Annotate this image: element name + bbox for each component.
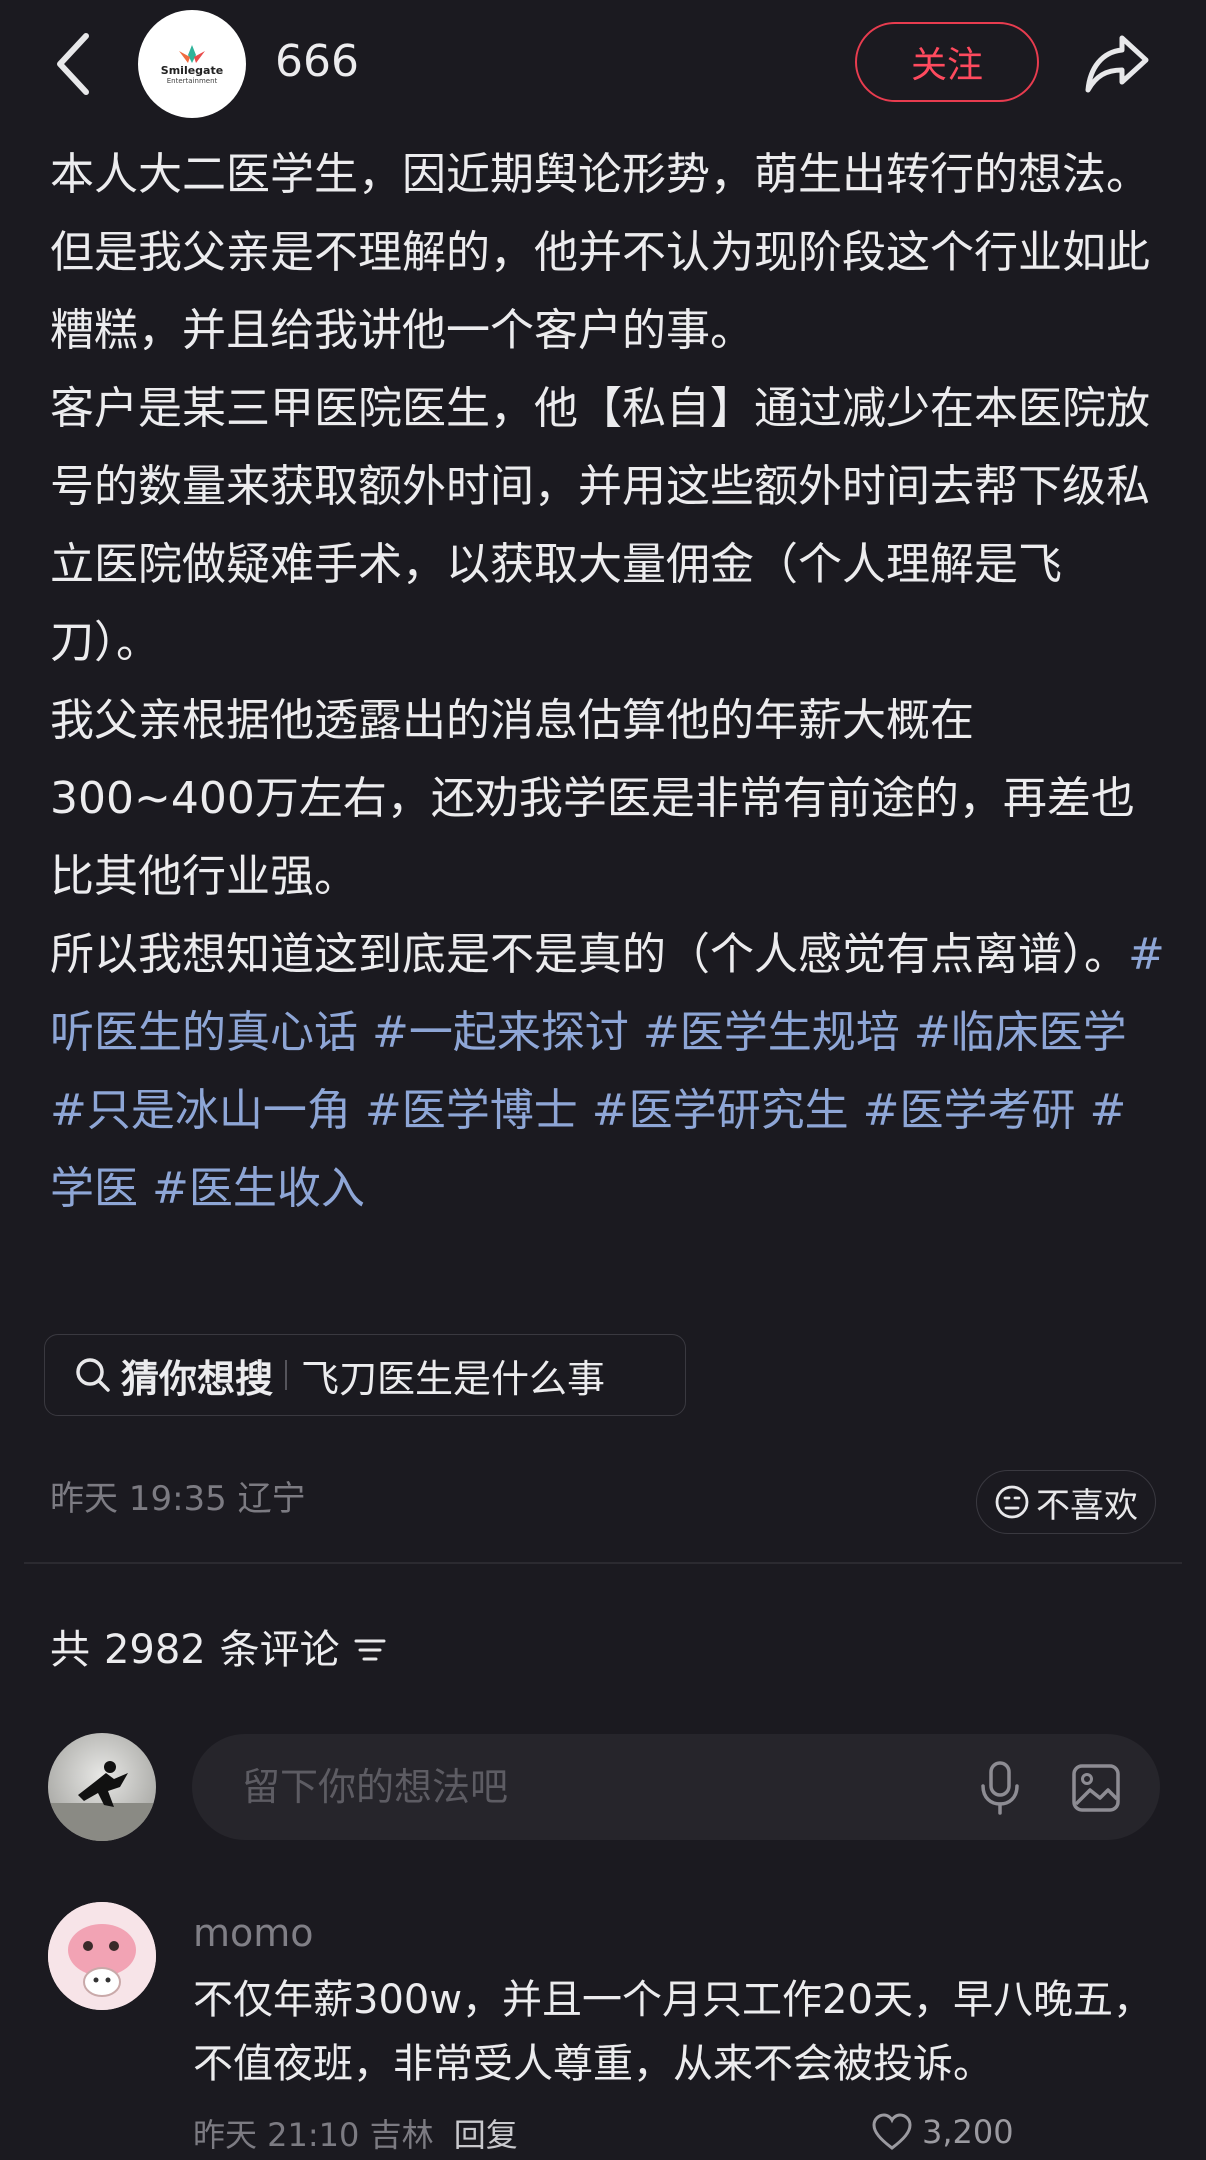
post-body: 本人大二医学生，因近期舆论形势，萌生出转行的想法。 但是我父亲是不理解的，他并不… [50, 136, 1170, 1228]
current-user-avatar[interactable] [48, 1733, 156, 1841]
commenter-avatar[interactable] [48, 1902, 156, 2010]
post-paragraph: 本人大二医学生，因近期舆论形势，萌生出转行的想法。 [50, 149, 1150, 200]
comment-count: 2982 [103, 1627, 206, 1673]
back-arrow-icon[interactable] [50, 30, 98, 98]
comment-count-prefix: 共 [50, 1627, 90, 1673]
hashtag[interactable]: #一起来探讨 [372, 1007, 629, 1058]
section-divider [24, 1562, 1182, 1564]
comment-like-count: 3,200 [922, 2113, 1014, 2151]
post-paragraph: 客户是某三甲医院医生，他【私自】通过减少在本医院放号的数量来获取额外时间，并用这… [50, 383, 1150, 668]
post-paragraph: 所以我想知道这到底是不是真的（个人感觉有点离谱）。 [50, 929, 1128, 980]
comment-count-suffix: 条评论 [219, 1627, 340, 1673]
follow-button[interactable]: 关注 [855, 22, 1039, 102]
suggestion-separator [285, 1360, 288, 1390]
dislike-label: 不喜欢 [1036, 1485, 1138, 1526]
microphone-icon[interactable] [978, 1760, 1022, 1816]
author-avatar[interactable]: Smilegate Entertainment [138, 10, 246, 118]
hashtag[interactable]: #医学考研 [863, 1085, 1076, 1136]
dislike-button[interactable]: 不喜欢 [976, 1470, 1156, 1534]
smilegate-logo-icon [179, 44, 205, 63]
comment-like-button[interactable]: 3,200 [870, 2112, 1014, 2152]
logo-text: Smilegate [160, 63, 224, 77]
neutral-face-icon [995, 1485, 1029, 1519]
comment-count-header: 共 2982 条评论 [50, 1620, 388, 1680]
post-paragraph-with-tags: 所以我想知道这到底是不是真的（个人感觉有点离谱）。#听医生的真心话 #一起来探讨… [50, 916, 1170, 1228]
comment-time-location: 昨天 21:10 吉林 [193, 2116, 434, 2154]
sort-icon[interactable] [352, 1635, 388, 1665]
comment-input[interactable] [240, 1764, 944, 1810]
reply-button[interactable]: 回复 [454, 2116, 518, 2154]
logo-subtext: Entertainment [166, 76, 218, 85]
hashtag[interactable]: #医学生规培 [643, 1007, 900, 1058]
post-paragraph: 我父亲根据他透露出的消息估算他的年薪大概在300~400万左右，还劝我学医是非常… [50, 695, 1135, 902]
search-icon [76, 1358, 110, 1392]
share-icon[interactable] [1082, 28, 1154, 100]
hashtag[interactable]: #医学研究生 [592, 1085, 849, 1136]
heart-icon [872, 2113, 912, 2150]
suggestion-prefix: 猜你想搜 [121, 1356, 274, 1401]
hashtag[interactable]: #临床医学 [914, 1007, 1127, 1058]
hashtag[interactable]: #只是冰山一角 [50, 1085, 351, 1136]
commenter-username[interactable]: momo [193, 1906, 314, 1960]
post-paragraph: 但是我父亲是不理解的，他并不认为现阶段这个行业如此糟糕，并且给我讲他一个客户的事… [50, 227, 1150, 356]
hashtag[interactable]: #医学博士 [365, 1085, 578, 1136]
hashtag[interactable]: #医生收入 [152, 1163, 365, 1214]
comment-meta: 昨天 21:10 吉林 回复 [193, 2110, 518, 2160]
post-time-location: 昨天 19:35 辽宁 [50, 1479, 306, 1519]
suggestion-query: 飞刀医生是什么事 [301, 1356, 606, 1401]
search-suggestion[interactable]: 猜你想搜 飞刀医生是什么事 [44, 1334, 686, 1416]
author-name[interactable]: 666 [275, 30, 359, 94]
comment-text: 不仅年薪300w，并且一个月只工作20天，早八晚五，不值夜班，非常受人尊重，从来… [193, 1977, 1153, 2087]
image-icon[interactable] [1070, 1762, 1122, 1814]
